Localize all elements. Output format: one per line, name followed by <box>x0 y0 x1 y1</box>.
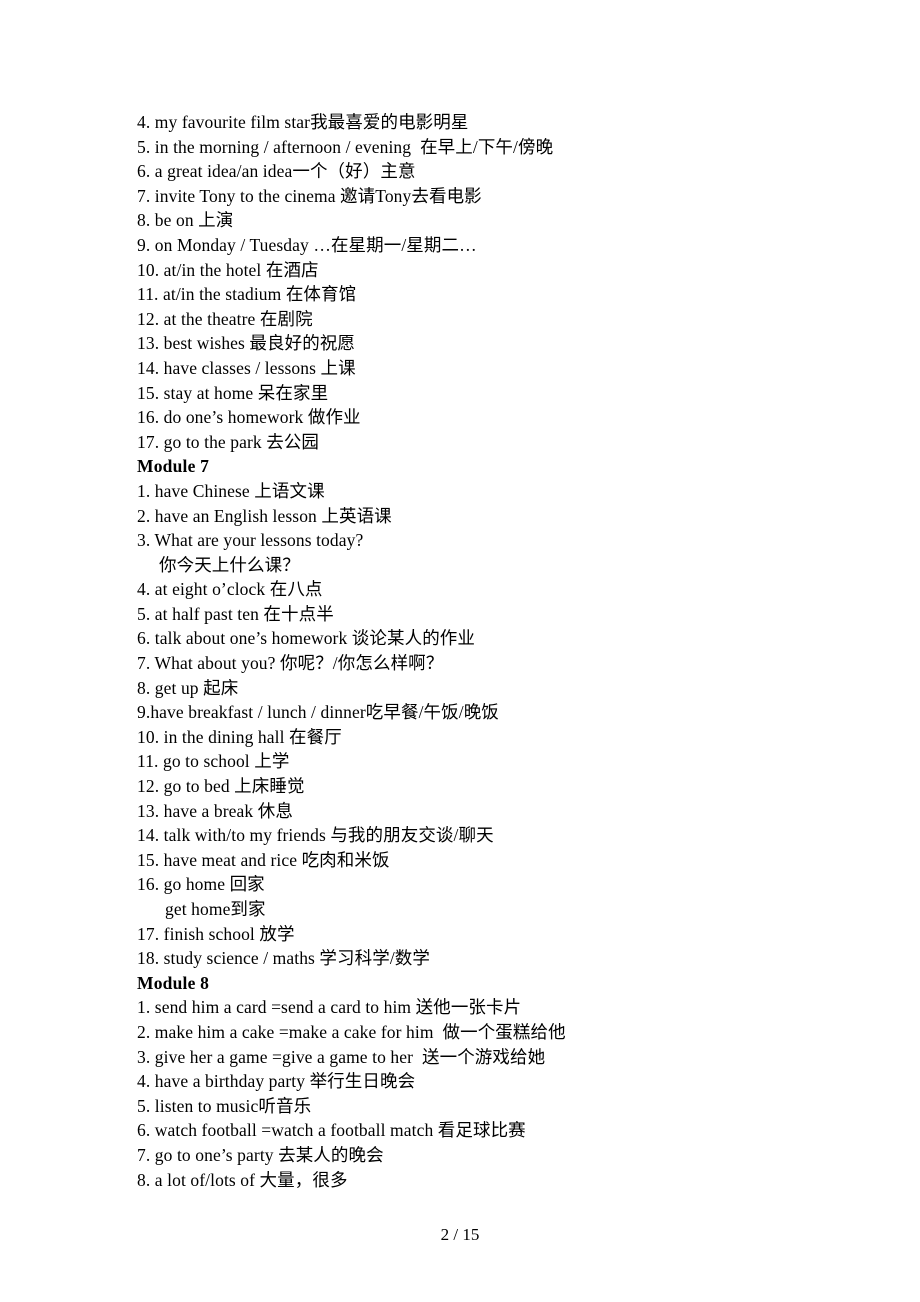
vocab-line-m7-7: 7. What about you? 你呢？/你怎么样啊？ <box>137 653 444 674</box>
vocab-line-m8-7: 7. go to one’s party 去某人的晚会 <box>137 1144 384 1165</box>
vocab-line-m6-6: 6. a great idea/an idea一个（好）主意 <box>137 161 416 182</box>
vocab-line-m6-17: 17. go to the park 去公园 <box>137 431 320 452</box>
vocab-line-m7-5: 5. at half past ten 在十点半 <box>137 603 334 624</box>
vocab-line-m7-14: 14. talk with/to my friends 与我的朋友交谈/聊天 <box>137 825 494 846</box>
vocab-line-m7-17: 17. finish school 放学 <box>137 923 295 944</box>
vocab-line-m7-13: 13. have a break 休息 <box>137 800 293 821</box>
vocab-line-m7-3: 3. What are your lessons today? <box>137 530 364 551</box>
vocab-line-m7-2: 2. have an English lesson 上英语课 <box>137 505 392 526</box>
vocab-line-m6-5: 5. in the morning / afternoon / evening … <box>137 136 554 157</box>
vocab-line-m6-14: 14. have classes / lessons 上课 <box>137 357 356 378</box>
vocab-line-m8-1: 1. send him a card =send a card to him 送… <box>137 997 522 1018</box>
vocab-line-m6-15: 15. stay at home 呆在家里 <box>137 382 329 403</box>
vocab-line-m6-4: 4. my favourite film star我最喜爱的电影明星 <box>137 112 469 132</box>
vocab-line-m6-8: 8. be on 上演 <box>137 210 234 231</box>
vocab-line-m6-11: 11. at/in the stadium 在体育馆 <box>137 284 357 305</box>
vocab-line-m6-7: 7. invite Tony to the cinema 邀请Tony去看电影 <box>137 185 482 206</box>
vocab-line-m7-12: 12. go to bed 上床睡觉 <box>137 776 305 797</box>
vocab-line-m6-10: 10. at/in the hotel 在酒店 <box>137 259 319 280</box>
vocab-line-m8-6: 6. watch football =watch a football matc… <box>137 1120 526 1141</box>
vocab-line-m7-10: 10. in the dining hall 在餐厅 <box>137 726 342 747</box>
module-heading-8: Module 8 <box>137 972 210 993</box>
vocab-line-m8-4: 4. have a birthday party 举行生日晚会 <box>137 1071 416 1092</box>
vocab-line-m7-16-alt: get home到家 <box>165 899 266 919</box>
vocab-line-m7-18: 18. study science / maths 学习科学/数学 <box>137 948 430 969</box>
vocab-line-m6-9: 9. on Monday / Tuesday …在星期一/星期二… <box>137 234 477 255</box>
vocab-line-m8-3: 3. give her a game =give a game to her 送… <box>137 1046 546 1067</box>
vocab-line-m8-2: 2. make him a cake =make a cake for him … <box>137 1021 566 1042</box>
vocab-line-m7-4: 4. at eight o’clock 在八点 <box>137 579 323 600</box>
vocab-line-m7-3-translation: 你今天上什么课？ <box>159 554 300 575</box>
vocab-line-m6-13: 13. best wishes 最良好的祝愿 <box>137 333 356 354</box>
vocab-line-m7-8: 8. get up 起床 <box>137 677 239 698</box>
vocab-line-m7-1: 1. have Chinese 上语文课 <box>137 480 325 501</box>
module-heading-7: Module 7 <box>137 456 210 477</box>
vocab-line-m8-5: 5. listen to music听音乐 <box>137 1095 312 1116</box>
vocab-line-m7-15: 15. have meat and rice 吃肉和米饭 <box>137 849 390 870</box>
vocabulary-list: 4. my favourite film star我最喜爱的电影明星 5. in … <box>137 110 837 1192</box>
page-number-footer: 2 / 15 <box>440 1225 480 1244</box>
vocab-line-m6-16: 16. do one’s homework 做作业 <box>137 407 361 428</box>
vocab-line-m6-12: 12. at the theatre 在剧院 <box>137 308 313 329</box>
vocab-line-m7-16: 16. go home 回家 <box>137 874 265 895</box>
vocab-line-m7-6: 6. talk about one’s homework 谈论某人的作业 <box>137 628 476 649</box>
vocab-line-m7-11: 11. go to school 上学 <box>137 751 290 772</box>
vocab-line-m7-9: 9.have breakfast / lunch / dinner吃早餐/午饭/… <box>137 702 499 723</box>
vocab-line-m8-8: 8. a lot of/lots of 大量，很多 <box>137 1169 348 1190</box>
document-page: 4. my favourite film star我最喜爱的电影明星 5. in … <box>0 0 920 1302</box>
